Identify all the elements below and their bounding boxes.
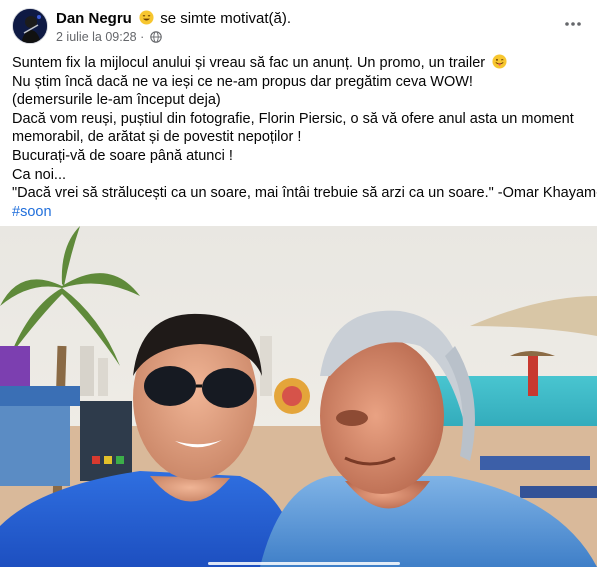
more-horizontal-icon [565,22,581,26]
meta-separator: · [140,30,145,44]
post-text: Suntem fix la mijlocul anului și vreau s… [12,54,597,221]
post-text-line-8: "Dacă vrei să strălucești ca un soare, m… [12,185,597,202]
post-text-line-7: Ca noi... [12,166,66,183]
selfie-photo-illustration [0,226,597,567]
post-text-line-2: Nu știm încă dacă ne va ieși ce ne-am pr… [12,73,473,90]
hashtag-link[interactable]: #soon [12,204,52,220]
post-text-line-1: Suntem fix la mijlocul anului și vreau s… [12,55,486,71]
post-text-line: Suntem fix la mijlocul anului și vreau s… [12,54,587,73]
author-line: Dan Negru se simte motivat(ă). [56,10,291,27]
post-meta: 2 iulie la 09:28 · [56,30,162,44]
facebook-post: Dan Negru se simte motivat(ă). 2 iulie l… [0,0,597,567]
post-text-line-5: memorabil, de arătat și de povestit nepo… [12,129,302,146]
post-text-line-3: (demersurile le-am început deja) [12,92,221,109]
post-header: Dan Negru se simte motivat(ă). 2 iulie l… [12,8,585,48]
feeling-text: se simte motivat(ă). [160,10,292,27]
post-text-line-6: Bucurați-vă de soare până atunci ! [12,147,233,164]
author-avatar[interactable] [12,8,48,44]
avatar-image [13,9,47,43]
post-timestamp[interactable]: 2 iulie la 09:28 [56,30,137,44]
smiling-face-emoji-icon [139,10,154,25]
author-name[interactable]: Dan Negru [56,10,132,27]
globe-icon[interactable] [150,31,162,43]
post-text-line-4: Dacă vom reuși, puștiul din fotografie, … [12,110,574,127]
post-photo[interactable] [0,226,597,567]
tongue-out-emoji-icon [492,54,507,69]
more-options-button[interactable] [561,14,585,34]
